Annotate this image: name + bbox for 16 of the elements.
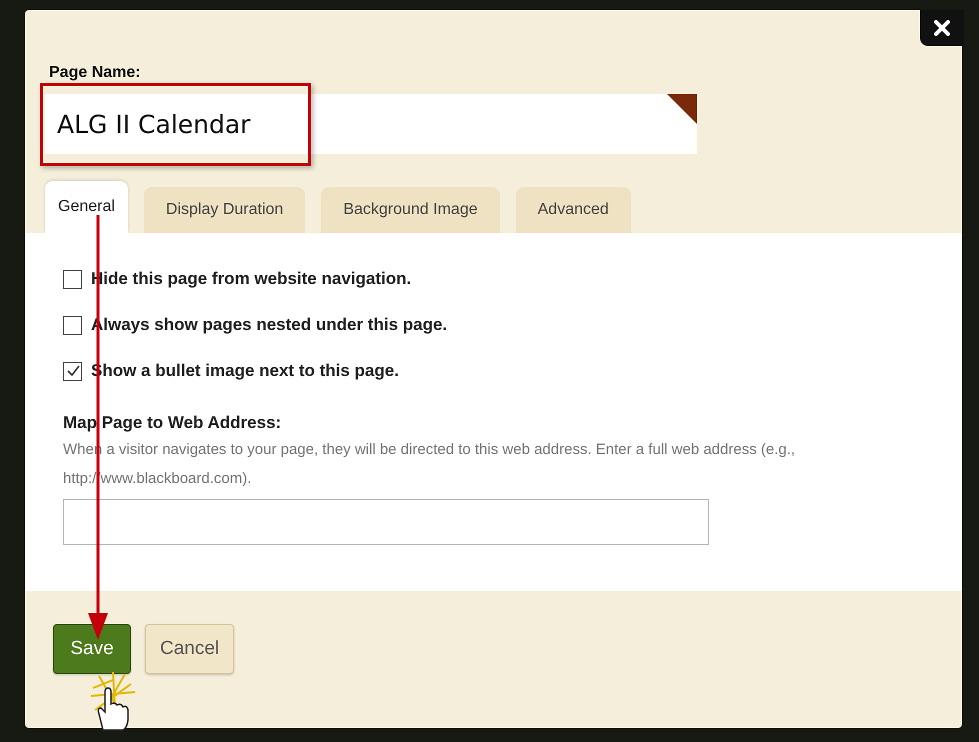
corner-marker-icon [667, 94, 697, 124]
close-button[interactable] [920, 10, 964, 46]
save-button[interactable]: Save [53, 624, 131, 674]
checkbox[interactable] [63, 362, 82, 380]
page-name-field[interactable]: ALG II Calendar [45, 94, 697, 154]
tab[interactable]: Background Image [321, 187, 500, 233]
web-address-field[interactable] [63, 499, 709, 545]
close-icon [933, 19, 951, 37]
tab[interactable]: General [45, 181, 128, 233]
cancel-button[interactable]: Cancel [145, 624, 234, 674]
web-address-label: Map Page to Web Address: [63, 413, 282, 433]
tab[interactable]: Display Duration [144, 187, 306, 233]
tab[interactable]: Advanced [516, 187, 631, 233]
page-name-label: Page Name: [49, 64, 142, 82]
checkbox[interactable] [63, 316, 82, 334]
checkbox[interactable] [63, 270, 82, 288]
